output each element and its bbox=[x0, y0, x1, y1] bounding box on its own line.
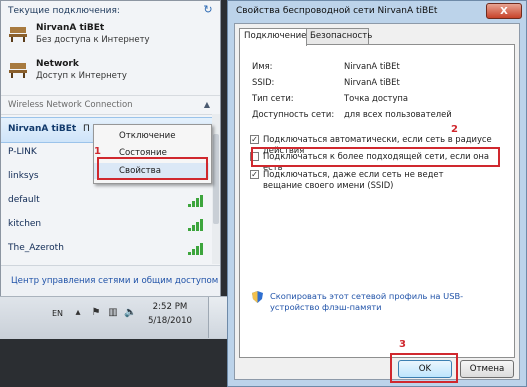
field-value: NirvanA tiBEt bbox=[344, 77, 400, 87]
taskbar: EN ▴ ⚑ ▥ 🔈 2:52 PM 5/18/2010 bbox=[0, 296, 227, 339]
section-label: Wireless Network Connection bbox=[8, 100, 133, 110]
field-label: SSID: bbox=[252, 77, 275, 87]
field-value: NirvanA tiBEt bbox=[344, 61, 400, 71]
copy-profile-usb-link[interactable]: Скопировать этот сетевой профиль на USB-… bbox=[270, 291, 505, 313]
network-name: kitchen bbox=[8, 219, 42, 229]
network-center-link[interactable]: Центр управления сетями и общим доступом bbox=[11, 276, 218, 286]
network-name: linksys bbox=[8, 171, 39, 181]
step-number-3: 3 bbox=[399, 339, 406, 350]
show-desktop-button[interactable] bbox=[208, 297, 227, 338]
network-tray-icon[interactable]: ▥ bbox=[107, 307, 119, 319]
field-label: Доступность сети: bbox=[252, 109, 335, 119]
volume-icon[interactable]: 🔈 bbox=[124, 307, 136, 319]
connection-name: NirvanA tiBEt bbox=[36, 23, 105, 33]
network-name: default bbox=[8, 195, 40, 205]
checkbox[interactable]: ✓ bbox=[250, 170, 259, 179]
connection-panel: Имя: NirvanA tiBEt SSID: NirvanA tiBEt Т… bbox=[239, 44, 515, 358]
network-name: NirvanA tiBEt bbox=[8, 124, 77, 134]
signal-strength-icon bbox=[188, 243, 206, 255]
network-bench-icon bbox=[9, 27, 27, 42]
close-icon: X bbox=[500, 6, 508, 17]
chevron-up-icon[interactable]: ▲ bbox=[204, 100, 210, 109]
field-value: Точка доступа bbox=[344, 93, 409, 103]
highlight-box-step1 bbox=[97, 157, 208, 180]
refresh-icon[interactable]: ↻ bbox=[202, 4, 214, 16]
signal-strength-icon bbox=[188, 195, 206, 207]
network-name: The_Azeroth bbox=[8, 243, 64, 253]
connection-item: Network Доступ к Интернету bbox=[6, 57, 211, 85]
network-name: P-LINK bbox=[8, 147, 37, 157]
highlight-box-step2 bbox=[251, 147, 500, 167]
connection-item: NirvanA tiBEt Без доступа к Интернету bbox=[6, 21, 211, 49]
current-connections-header: Текущие подключения: bbox=[8, 6, 120, 16]
dialog-title: Свойства беспроводной сети NirvanA tiBEt bbox=[236, 6, 438, 16]
dialog-body: Подключение Безопасность Имя: NirvanA ti… bbox=[234, 23, 520, 380]
tab-connection[interactable]: Подключение bbox=[239, 28, 307, 46]
clock-time[interactable]: 2:52 PM bbox=[148, 302, 192, 312]
step-number-2: 2 bbox=[451, 124, 458, 135]
scrollbar-thumb[interactable] bbox=[213, 134, 219, 224]
menu-item-disconnect[interactable]: Отключение bbox=[94, 128, 209, 144]
checkbox[interactable]: ✓ bbox=[250, 135, 259, 144]
cancel-button[interactable]: Отмена bbox=[460, 360, 514, 378]
signal-strength-icon bbox=[188, 219, 206, 231]
network-item-kitchen[interactable]: kitchen bbox=[1, 213, 220, 237]
clock-date[interactable]: 5/18/2010 bbox=[146, 316, 194, 326]
network-bench-icon bbox=[9, 63, 27, 78]
field-value: для всех пользователей bbox=[344, 109, 452, 119]
wireless-section-header[interactable]: Wireless Network Connection ▲ bbox=[1, 95, 220, 115]
action-center-flag-icon[interactable]: ⚑ bbox=[90, 307, 102, 319]
field-label: Тип сети: bbox=[252, 93, 294, 103]
wireless-properties-dialog: Свойства беспроводной сети NirvanA tiBEt… bbox=[227, 0, 527, 387]
flyout-footer: Центр управления сетями и общим доступом bbox=[1, 265, 220, 296]
network-item-default[interactable]: default bbox=[1, 189, 220, 213]
tab-security[interactable]: Безопасность bbox=[305, 28, 372, 45]
highlight-box-step3 bbox=[390, 353, 458, 383]
language-indicator[interactable]: EN bbox=[52, 309, 63, 318]
network-list-scrollbar[interactable] bbox=[212, 114, 220, 264]
step-number-1: 1 bbox=[94, 146, 101, 157]
network-item-azeroth[interactable]: The_Azeroth bbox=[1, 237, 220, 261]
close-button[interactable]: X bbox=[486, 3, 522, 19]
tray-arrow-icon[interactable]: ▴ bbox=[72, 307, 84, 319]
network-status-truncated: П bbox=[83, 124, 90, 134]
checkbox-label: Подключаться, даже если сеть не ведет ве… bbox=[263, 169, 444, 190]
uac-shield-icon bbox=[252, 291, 263, 303]
connection-name: Network bbox=[36, 59, 79, 69]
connection-status: Доступ к Интернету bbox=[36, 71, 127, 81]
connection-status: Без доступа к Интернету bbox=[36, 35, 150, 45]
field-label: Имя: bbox=[252, 61, 273, 71]
